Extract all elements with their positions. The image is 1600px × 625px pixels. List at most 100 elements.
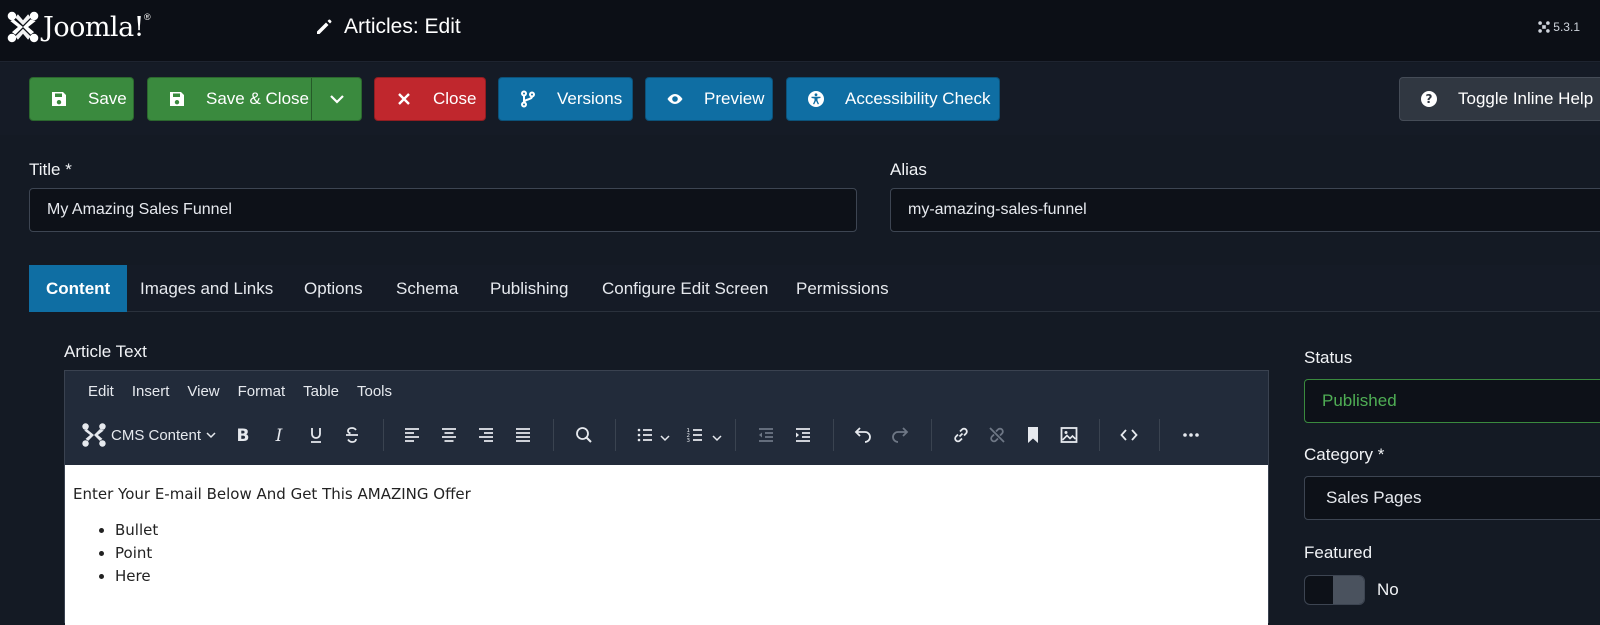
list-item[interactable]: Point: [115, 542, 1260, 565]
italic-button[interactable]: I: [263, 419, 295, 451]
align-justify-button[interactable]: [507, 419, 539, 451]
save-button[interactable]: Save: [29, 77, 134, 121]
toggle-inline-help-button[interactable]: ? Toggle Inline Help: [1399, 77, 1600, 121]
chevron-down-icon: [206, 432, 216, 439]
more-button[interactable]: [1175, 419, 1207, 451]
insert-image-button[interactable]: [1053, 419, 1085, 451]
menu-table[interactable]: Table: [303, 383, 339, 400]
numbered-list-button[interactable]: 123: [679, 419, 711, 451]
preview-button[interactable]: Preview: [645, 77, 773, 121]
editor-content-area[interactable]: Enter Your E-mail Below And Get This AMA…: [65, 465, 1268, 625]
article-text-label: Article Text: [64, 342, 147, 361]
list-item[interactable]: Here: [115, 565, 1260, 588]
title-input[interactable]: [29, 188, 857, 232]
code-icon: [1120, 429, 1138, 441]
versions-label: Versions: [557, 89, 623, 108]
version-badge[interactable]: 5.3.1: [1538, 20, 1580, 34]
menu-format[interactable]: Format: [238, 383, 286, 400]
toolbar-separator: [553, 419, 554, 451]
floppy-disk-icon: [50, 90, 68, 108]
joomla-small-icon: [1538, 21, 1550, 33]
cms-content-dropdown[interactable]: CMS Content: [81, 419, 217, 451]
save-close-button-group: Save & Close: [147, 77, 362, 121]
align-right-button[interactable]: [470, 419, 502, 451]
featured-toggle[interactable]: [1304, 575, 1365, 605]
page-title-text: Articles: Edit: [344, 15, 461, 38]
image-icon: [1060, 427, 1078, 443]
alias-input[interactable]: [890, 188, 1600, 232]
version-text: 5.3.1: [1553, 20, 1580, 34]
status-value: Published: [1322, 391, 1397, 410]
close-button[interactable]: Close: [374, 77, 486, 121]
save-label: Save: [88, 89, 127, 108]
tab-images-and-links[interactable]: Images and Links: [123, 265, 290, 312]
source-code-button[interactable]: [1113, 419, 1145, 451]
menu-tools[interactable]: Tools: [357, 383, 392, 400]
joomla-logo-icon: [7, 11, 39, 43]
category-label: Category *: [1304, 445, 1385, 464]
menu-view[interactable]: View: [187, 383, 219, 400]
list-item[interactable]: Bullet: [115, 519, 1260, 542]
editor-bullet-list: Bullet Point Here: [115, 519, 1260, 588]
svg-text:B: B: [237, 426, 250, 445]
chevron-down-icon[interactable]: [659, 432, 671, 444]
save-dropdown-toggle[interactable]: [312, 78, 362, 120]
strikethrough-button[interactable]: [336, 419, 368, 451]
logo-text: Joomla!: [43, 11, 145, 43]
anchor-button[interactable]: [1017, 419, 1049, 451]
tab-publishing[interactable]: Publishing: [473, 265, 585, 312]
editor-paragraph[interactable]: Enter Your E-mail Below And Get This AMA…: [73, 485, 1260, 503]
indent-button[interactable]: [787, 419, 819, 451]
insert-link-button[interactable]: [945, 419, 977, 451]
close-label: Close: [433, 89, 477, 108]
undo-button[interactable]: [847, 419, 879, 451]
strikethrough-icon: [346, 427, 358, 443]
toggle-knob: [1333, 576, 1364, 604]
universal-access-icon: [807, 90, 825, 108]
underline-icon: [311, 428, 321, 443]
bold-button[interactable]: B: [227, 419, 259, 451]
align-left-button[interactable]: [396, 419, 428, 451]
status-select[interactable]: Published: [1304, 379, 1600, 423]
accessibility-check-button[interactable]: Accessibility Check: [786, 77, 1000, 121]
outdent-button[interactable]: [750, 419, 782, 451]
more-horizontal-icon: [1183, 433, 1199, 437]
search-replace-button[interactable]: [568, 419, 600, 451]
menu-insert[interactable]: Insert: [132, 383, 170, 400]
tab-options[interactable]: Options: [287, 265, 380, 312]
versions-button[interactable]: Versions: [498, 77, 633, 121]
svg-text:I: I: [275, 426, 283, 445]
redo-button[interactable]: [884, 419, 916, 451]
save-close-label[interactable]: Save & Close: [206, 89, 309, 109]
bullet-list-button[interactable]: [629, 419, 661, 451]
svg-text:3: 3: [687, 438, 691, 444]
menu-edit[interactable]: Edit: [88, 383, 114, 400]
status-label: Status: [1304, 348, 1353, 367]
toolbar-separator: [383, 419, 384, 451]
tab-bar: Content Images and Links Options Schema …: [29, 265, 1600, 312]
tab-schema[interactable]: Schema: [379, 265, 475, 312]
tab-content[interactable]: Content: [29, 265, 128, 312]
tab-permissions[interactable]: Permissions: [779, 265, 906, 312]
search-icon: [576, 427, 592, 443]
featured-value: No: [1377, 580, 1399, 599]
joomla-logo[interactable]: Joomla! ®: [6, 10, 151, 44]
chevron-down-icon[interactable]: [711, 432, 723, 444]
unlink-button[interactable]: [981, 419, 1013, 451]
editor-menubar: Edit Insert View Format Table Tools: [65, 371, 1268, 411]
accessibility-check-label: Accessibility Check: [845, 89, 991, 108]
align-left-icon: [405, 428, 419, 442]
bullet-list-icon: [637, 428, 652, 442]
underline-button[interactable]: [300, 419, 332, 451]
numbered-list-icon: 123: [687, 428, 702, 444]
align-justify-icon: [516, 428, 530, 442]
align-center-icon: [442, 428, 456, 442]
floppy-disk-icon: [168, 90, 186, 108]
toolbar-separator: [833, 419, 834, 451]
tab-configure-edit-screen[interactable]: Configure Edit Screen: [585, 265, 785, 312]
toggle-inline-help-label: Toggle Inline Help: [1458, 89, 1594, 108]
preview-label: Preview: [704, 89, 765, 108]
category-select[interactable]: Sales Pages: [1304, 476, 1600, 520]
align-center-button[interactable]: [433, 419, 465, 451]
featured-label: Featured: [1304, 543, 1373, 562]
